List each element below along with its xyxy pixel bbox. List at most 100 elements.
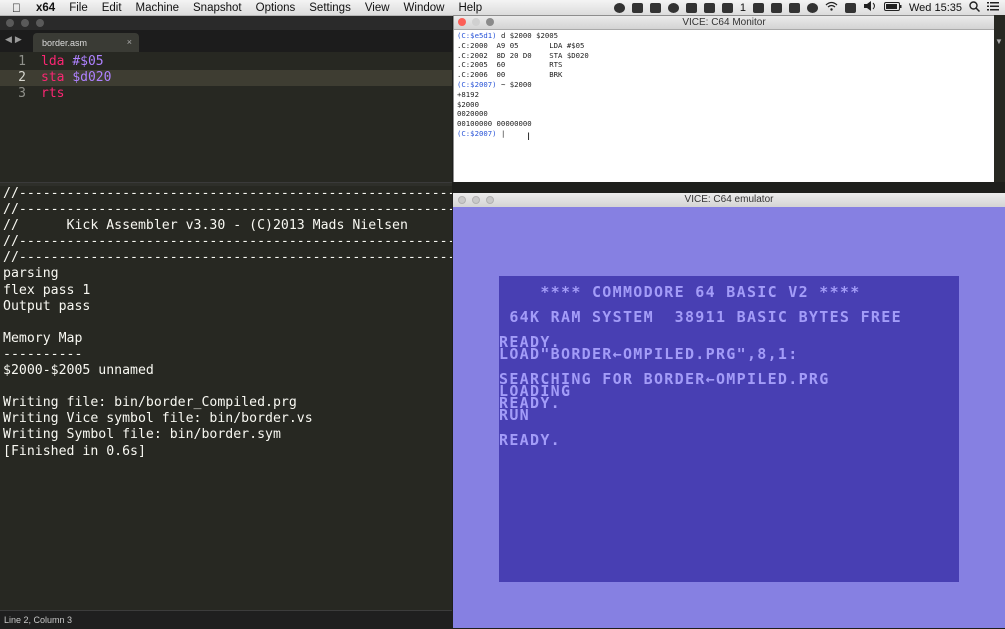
menu-bar:  x64 File Edit Machine Snapshot Options…	[0, 0, 1005, 16]
editor-window: ◀▶ border.asm × 1 lda #$05 2 sta $d020 3…	[0, 16, 452, 629]
close-window-button[interactable]	[6, 19, 14, 27]
code-line[interactable]: 3 rts	[0, 86, 452, 102]
background-window-edge: ▼	[994, 15, 1005, 182]
monitor-line: .C:2000 A9 05 LDA #$05	[457, 41, 994, 51]
cursor-position: Line 2, Column 3	[4, 615, 73, 625]
status-bar: Line 2, Column 3	[0, 610, 452, 629]
zoom-window-button[interactable]	[486, 196, 494, 204]
status-app-icon-5[interactable]	[703, 2, 715, 13]
text-cursor-icon: I	[527, 131, 531, 143]
c64-emulator-window: VICE: C64 emulator **** COMMODORE 64 BAS…	[453, 193, 1005, 628]
console-line: //--------------------------------------…	[3, 250, 452, 266]
volume-icon[interactable]	[863, 1, 877, 14]
monitor-prompt: (C:$e5d1)	[457, 31, 497, 40]
c64-screen-line: LOAD"BORDER←OMPILED.PRG",8,1:	[499, 345, 799, 363]
code-keyword: rts	[41, 86, 65, 101]
console-line: Writing Vice symbol file: bin/border.vs	[3, 411, 313, 427]
minimize-window-button[interactable]	[472, 196, 480, 204]
console-line: Output pass	[3, 298, 91, 314]
console-line: parsing	[3, 266, 59, 282]
code-line[interactable]: 1 lda #$05	[0, 54, 452, 70]
monitor-line: (C:$2007) |	[457, 129, 994, 139]
menu-edit[interactable]: Edit	[95, 2, 129, 14]
monitor-text: .C:2002 8D 20 D0 STA $D020	[457, 50, 589, 60]
menu-help[interactable]: Help	[451, 2, 489, 14]
tab-nav-arrows-icon[interactable]: ◀▶	[5, 34, 25, 45]
menu-file[interactable]: File	[62, 2, 95, 14]
status-app-icon-3[interactable]	[667, 2, 679, 13]
dropbox-icon[interactable]	[649, 2, 661, 13]
status-app-icon-8[interactable]	[770, 2, 782, 13]
monitor-line: +8192	[457, 90, 994, 100]
c64-screen-line: **** COMMODORE 64 BASIC V2 ****	[499, 283, 861, 301]
status-app-icon-10[interactable]	[806, 2, 818, 13]
tab-bar: ◀▶ border.asm ×	[0, 30, 452, 52]
status-count: 1	[739, 1, 746, 14]
code-line-current[interactable]: 2 sta $d020	[0, 70, 452, 86]
monitor-text: |	[496, 128, 506, 138]
menu-view[interactable]: View	[358, 2, 397, 14]
c64-screen-line: READY.	[499, 431, 561, 449]
code-editor[interactable]: 1 lda #$05 2 sta $d020 3 rts	[0, 54, 452, 182]
zoom-window-button[interactable]	[36, 19, 44, 27]
monitor-prompt: (C:$2007)	[457, 79, 497, 89]
list-icon[interactable]	[987, 1, 999, 14]
clock[interactable]: Wed 15:35	[909, 2, 962, 14]
tab-close-icon[interactable]: ×	[127, 37, 132, 47]
menu-app-name[interactable]: x64	[29, 2, 62, 14]
zoom-window-button[interactable]	[486, 18, 494, 26]
minimize-window-button[interactable]	[21, 19, 29, 27]
bluetooth-icon[interactable]	[844, 2, 856, 13]
monitor-line: 00100000 00000000	[457, 119, 994, 129]
monitor-line: .C:2002 8D 20 D0 STA $D020	[457, 51, 994, 61]
tab-border-asm[interactable]: border.asm ×	[33, 33, 139, 52]
line-number: 3	[18, 86, 26, 101]
menu-machine[interactable]: Machine	[129, 2, 186, 14]
search-icon[interactable]	[969, 0, 981, 15]
battery-icon[interactable]	[883, 1, 902, 14]
menu-settings[interactable]: Settings	[302, 2, 358, 14]
console-line: Writing file: bin/border_Compiled.prg	[3, 395, 297, 411]
status-app-icon-9[interactable]	[788, 2, 800, 13]
monitor-line: (C:$e5d1) d $2000 $2005	[457, 31, 994, 41]
status-app-icon-7[interactable]	[752, 2, 764, 13]
emulator-titlebar: VICE: C64 emulator	[453, 193, 1005, 208]
wifi-icon[interactable]	[825, 1, 838, 14]
c64-screen[interactable]: **** COMMODORE 64 BASIC V2 **** 64K RAM …	[499, 276, 959, 582]
status-app-icon-6[interactable]	[721, 2, 733, 13]
build-output-panel: //--------------------------------------…	[0, 186, 452, 610]
console-line: ----------	[3, 346, 83, 362]
c64-screen-line: RUN	[499, 406, 530, 424]
background-gap	[452, 182, 1005, 193]
monitor-titlebar: VICE: C64 Monitor	[454, 16, 994, 30]
status-menu-area: 1 Wed 15:35	[613, 0, 999, 15]
monitor-text: .C:2006 00 BRK	[457, 70, 563, 80]
monitor-text: d $2000 $2005	[496, 31, 559, 40]
status-app-icon-1[interactable]	[613, 2, 625, 13]
menu-snapshot[interactable]: Snapshot	[186, 2, 249, 14]
monitor-title: VICE: C64 Monitor	[682, 17, 766, 28]
monitor-prompt: (C:$2007)	[457, 128, 497, 138]
menu-options[interactable]: Options	[249, 2, 303, 14]
console-line: //--------------------------------------…	[3, 202, 452, 218]
monitor-console[interactable]: (C:$e5d1) d $2000 $2005 .C:2000 A9 05 LDA…	[454, 30, 994, 139]
console-line: Writing Symbol file: bin/border.sym	[3, 427, 281, 443]
line-number: 1	[18, 54, 26, 69]
status-app-icon-2[interactable]	[631, 2, 643, 13]
close-window-button[interactable]	[458, 18, 466, 26]
tab-label: border.asm	[42, 38, 88, 48]
apple-menu-icon[interactable]: 	[0, 1, 29, 15]
status-app-icon-4[interactable]	[685, 2, 697, 13]
monitor-text: 00100000 00000000	[457, 119, 532, 129]
minimize-window-button[interactable]	[472, 18, 480, 26]
monitor-text: ~ $2000	[496, 79, 532, 89]
editor-titlebar	[0, 16, 452, 30]
console-line: flex pass 1	[3, 282, 91, 298]
close-window-button[interactable]	[458, 196, 466, 204]
code-operand: $d020	[72, 70, 112, 85]
console-line: $2000-$2005 unnamed	[3, 363, 154, 379]
monitor-text: .C:2005 60 RTS	[457, 60, 563, 70]
code-operand: #$05	[72, 54, 104, 69]
c64-border[interactable]: **** COMMODORE 64 BASIC V2 **** 64K RAM …	[453, 207, 1005, 628]
menu-window[interactable]: Window	[397, 2, 452, 14]
